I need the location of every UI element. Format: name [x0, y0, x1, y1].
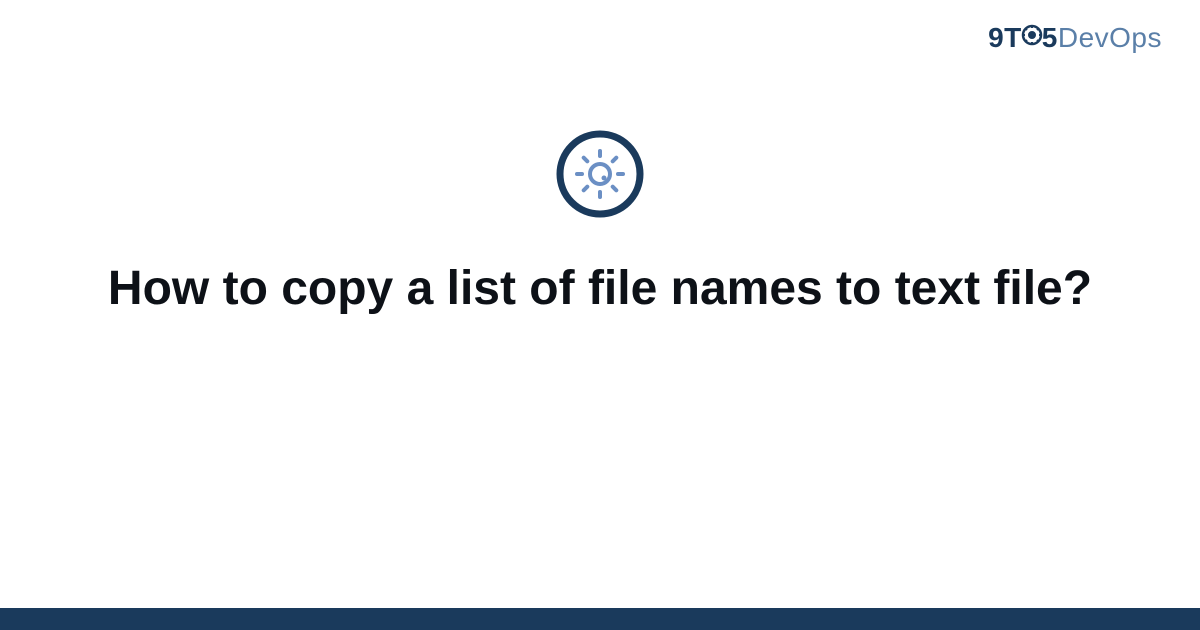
gear-circle-icon: [556, 130, 644, 223]
brand-text-5: 5: [1042, 22, 1058, 53]
bottom-accent-bar: [0, 608, 1200, 630]
brand-logo: 9T 5DevOps: [988, 22, 1162, 56]
page-title: How to copy a list of file names to text…: [0, 258, 1200, 319]
brand-text-9t: 9T: [988, 22, 1022, 53]
gear-icon: [1020, 22, 1044, 54]
brand-text-devops: DevOps: [1058, 22, 1162, 53]
